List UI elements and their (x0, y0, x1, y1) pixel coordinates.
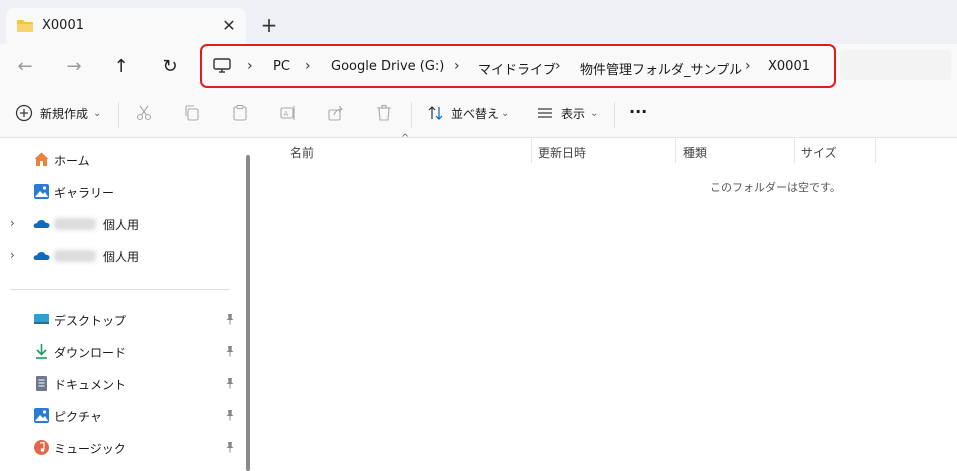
breadcrumb-separator[interactable]: › (247, 58, 253, 74)
toolbar-divider (118, 102, 119, 128)
close-icon[interactable]: ✕ (218, 15, 240, 37)
sidebar-divider (10, 289, 230, 290)
column-header-type[interactable]: 種類 (683, 144, 707, 161)
breadcrumb-current-folder[interactable]: X0001 (768, 59, 810, 74)
copy-icon[interactable] (183, 104, 203, 124)
title-bar: X0001 ✕ + (0, 0, 957, 44)
sidebar-scrollbar[interactable] (246, 155, 250, 471)
chevron-down-icon[interactable]: ⌄ (501, 102, 509, 126)
chevron-down-icon[interactable]: ⌄ (93, 102, 101, 126)
plus-circle-icon (15, 104, 35, 124)
address-bar[interactable]: › PC › Google Drive (G:) › マイドライブ › 物件管理… (200, 44, 836, 88)
sidebar-item-label: 個人用 (103, 250, 140, 264)
tab-title: X0001 (42, 18, 84, 33)
pin-icon[interactable] (225, 441, 235, 456)
breadcrumb-separator[interactable]: › (454, 58, 460, 74)
new-tab-button[interactable]: + (258, 14, 280, 36)
up-button[interactable]: ↑ (108, 54, 134, 80)
delete-icon[interactable] (375, 104, 395, 124)
home-icon (33, 151, 50, 168)
breadcrumb-property-folder[interactable]: 物件管理フォルダ_サンプル (580, 59, 742, 78)
desktop-icon (33, 311, 50, 328)
pc-monitor-icon[interactable] (213, 58, 231, 77)
chevron-right-icon[interactable]: › (10, 216, 15, 230)
gallery-icon (33, 183, 50, 200)
sort-icon (427, 104, 447, 124)
sidebar-item-home[interactable]: ホーム (0, 146, 242, 174)
music-icon (33, 439, 50, 456)
sidebar-item-label: 個人用 (103, 218, 140, 232)
chevron-right-icon[interactable]: › (10, 248, 15, 262)
sidebar-item-label: デスクトップ (54, 314, 127, 328)
breadcrumb-separator[interactable]: › (555, 58, 561, 74)
sidebar-item-onedrive-personal-2[interactable]: › 個人用 (0, 242, 242, 270)
sidebar-item-label: ミュージック (54, 442, 126, 456)
sidebar-item-label: ドキュメント (54, 378, 127, 392)
sidebar-item-label: ホーム (54, 154, 90, 168)
sort-ascending-icon: ^ (401, 133, 410, 144)
cut-icon[interactable] (135, 104, 155, 124)
column-header-name[interactable]: 名前 (290, 144, 314, 161)
refresh-button[interactable]: ↻ (157, 54, 183, 80)
new-button[interactable]: 新規作成 (40, 102, 88, 126)
sidebar-item-music[interactable]: ミュージック (0, 434, 242, 462)
onedrive-icon (33, 247, 50, 264)
documents-icon (33, 375, 50, 392)
search-box[interactable] (840, 50, 951, 80)
toolbar-divider (411, 102, 412, 128)
redacted-account-name (54, 218, 96, 230)
share-icon[interactable] (327, 104, 347, 124)
back-button[interactable]: ← (12, 54, 38, 80)
more-options-button[interactable]: ··· (629, 100, 647, 124)
command-bar: 新規作成 ⌄ A 並べ替え ⌄ 表示 ⌄ ··· (0, 90, 957, 138)
pictures-icon (33, 407, 50, 424)
toolbar-divider (614, 102, 615, 128)
sidebar-item-label: ダウンロード (54, 346, 127, 360)
paste-icon[interactable] (231, 104, 251, 124)
chevron-down-icon[interactable]: ⌄ (590, 102, 598, 126)
rename-icon[interactable]: A (279, 104, 299, 124)
tab-active[interactable]: X0001 ✕ (6, 8, 246, 44)
pin-icon[interactable] (225, 377, 235, 392)
sidebar-item-label: ギャラリー (54, 186, 115, 200)
breadcrumb-separator[interactable]: › (745, 58, 751, 74)
onedrive-icon (33, 215, 50, 232)
sidebar-item-onedrive-personal-1[interactable]: › 個人用 (0, 210, 242, 238)
pin-icon[interactable] (225, 313, 235, 328)
column-divider[interactable] (875, 139, 876, 163)
column-divider[interactable] (531, 139, 532, 163)
forward-button[interactable]: → (61, 54, 87, 80)
svg-text:A: A (284, 110, 289, 118)
sidebar-item-gallery[interactable]: ギャラリー (0, 178, 242, 206)
pin-icon[interactable] (225, 409, 235, 424)
view-button[interactable]: 表示 (561, 102, 585, 126)
sort-button[interactable]: 並べ替え (451, 102, 499, 126)
sidebar-item-label: ピクチャ (54, 410, 102, 424)
sidebar-item-documents[interactable]: ドキュメント (0, 370, 242, 398)
file-list: ^ 名前 更新日時 種類 サイズ このフォルダーは空です。 (253, 133, 957, 471)
navigation-pane: ホーム ギャラリー › 個人用 › 個人用 デスクトップ ダウンロード ドキュメ… (0, 139, 242, 471)
breadcrumb-my-drive[interactable]: マイドライブ (478, 59, 556, 78)
redacted-account-name (54, 250, 96, 262)
column-divider[interactable] (794, 139, 795, 163)
column-divider[interactable] (675, 139, 676, 163)
download-icon (33, 343, 50, 360)
column-header-size[interactable]: サイズ (801, 144, 837, 161)
folder-icon (16, 19, 34, 36)
sidebar-item-pictures[interactable]: ピクチャ (0, 402, 242, 430)
breadcrumb-google-drive[interactable]: Google Drive (G:) (331, 59, 444, 74)
empty-folder-message: このフォルダーは空です。 (710, 181, 841, 194)
breadcrumb-separator[interactable]: › (305, 58, 311, 74)
view-list-icon (536, 104, 556, 124)
sidebar-item-downloads[interactable]: ダウンロード (0, 338, 242, 366)
column-header-date-modified[interactable]: 更新日時 (538, 144, 586, 161)
pin-icon[interactable] (225, 345, 235, 360)
sidebar-item-desktop[interactable]: デスクトップ (0, 306, 242, 334)
breadcrumb-pc[interactable]: PC (273, 59, 290, 74)
